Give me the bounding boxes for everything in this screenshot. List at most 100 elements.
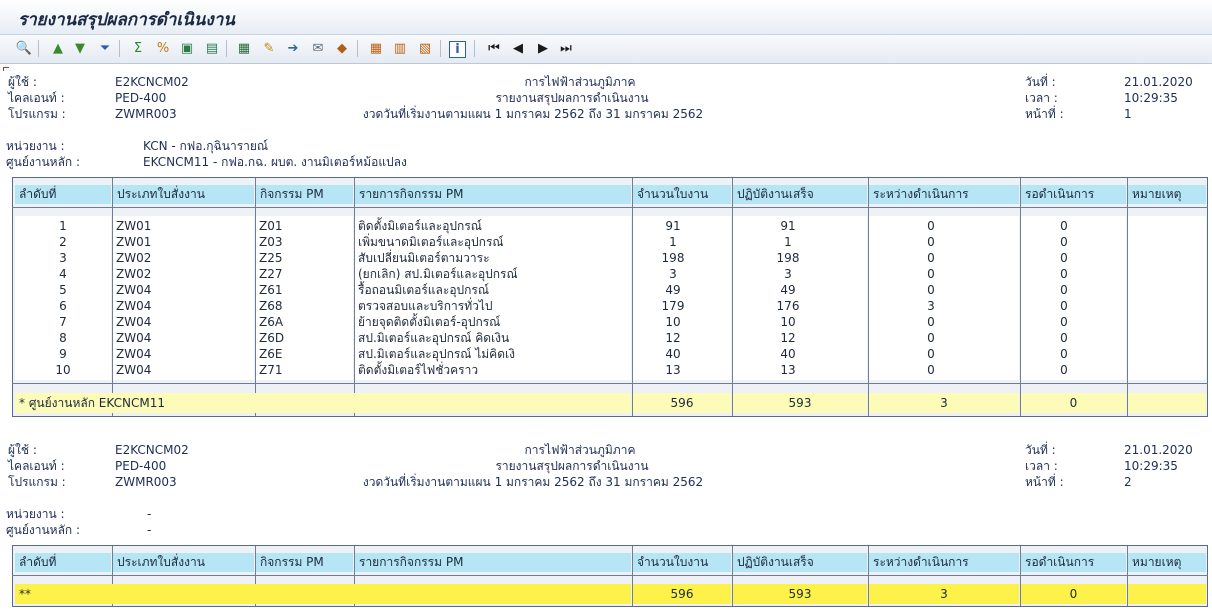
- sum-icon[interactable]: Σ: [128, 39, 148, 58]
- abc-analysis-icon[interactable]: ◆: [332, 39, 352, 58]
- toolbar-separator: [119, 40, 120, 57]
- first-page-icon[interactable]: ⏮: [484, 39, 504, 58]
- cell-count: 91: [665, 219, 681, 233]
- toolbar-separator: [357, 40, 358, 57]
- next-page-icon[interactable]: ▶: [533, 39, 553, 58]
- column-header-inprog[interactable]: ระหว่างดำเนินการ: [869, 185, 1019, 204]
- print-icon[interactable]: ▤: [202, 39, 222, 58]
- cell-inprog: 0: [927, 331, 935, 345]
- column-header-type[interactable]: ประเภทใบสั่งงาน: [113, 553, 254, 572]
- cell-inprog: 0: [927, 251, 935, 265]
- cell-type: ZW04: [116, 347, 152, 361]
- last-page-icon[interactable]: ⏭: [556, 39, 576, 58]
- column-header-desc[interactable]: รายการกิจกรรม PM: [355, 553, 631, 572]
- cell-desc: (ยกเลิก) สป.มิเตอร์และอุปกรณ์: [358, 267, 518, 281]
- mail-recipient-icon[interactable]: ✉: [308, 39, 328, 58]
- cell-no: 4: [59, 267, 67, 281]
- column-header-done[interactable]: ปฏิบัติงานเสร็จ: [733, 185, 867, 204]
- save-layout-icon[interactable]: ▧: [415, 39, 435, 58]
- export-spreadsheet-icon[interactable]: ▦: [234, 39, 254, 58]
- table-row: 5 ZW04 Z61 รื้อถอนมิเตอร์และอุปกรณ์ 49 49 0 0: [15, 282, 1205, 298]
- cell-act: Z68: [259, 299, 283, 313]
- cell-done: 40: [780, 347, 796, 361]
- unit-label: หน่วยงาน :: [6, 139, 65, 153]
- total-cell-count: 596: [633, 393, 731, 413]
- user-label: ผู้ใช้ :: [8, 443, 37, 457]
- cell-no: 10: [55, 363, 71, 377]
- cell-count: 13: [665, 363, 681, 377]
- cell-type: ZW04: [116, 283, 152, 297]
- time-label: เวลา :: [1025, 459, 1058, 473]
- cell-wait: 0: [1060, 299, 1068, 313]
- cell-desc: เพิ่มขนาดมิเตอร์และอุปกรณ์: [358, 235, 504, 249]
- title-bar: รายงานสรุปผลการดำเนินงาน: [0, 0, 1212, 35]
- cell-act: Z01: [259, 219, 283, 233]
- subtotal-icon[interactable]: %: [153, 39, 173, 58]
- local-file-icon[interactable]: ➔: [283, 39, 303, 58]
- sort-descending-icon[interactable]: ▼: [70, 39, 90, 58]
- column-header-done[interactable]: ปฏิบัติงานเสร็จ: [733, 553, 867, 572]
- report-line: รายงานสรุปผลการดำเนินงาน: [495, 459, 649, 473]
- table-row: 9 ZW04 Z6E สป.มิเตอร์และอุปกรณ์ ไม่คิดเงิ 40…: [15, 346, 1205, 362]
- column-header-note[interactable]: หมายเหตุ: [1128, 185, 1206, 204]
- total-cell-wait: 0: [1021, 584, 1126, 604]
- date-value: 21.01.2020: [1124, 75, 1193, 89]
- column-header-count[interactable]: จำนวนใบงาน: [633, 553, 731, 572]
- page-value: 1: [1124, 107, 1132, 121]
- program-label: โปรแกรม :: [8, 107, 66, 121]
- previous-page-icon[interactable]: ◀: [508, 39, 528, 58]
- column-header-count[interactable]: จำนวนใบงาน: [633, 185, 731, 204]
- total-cell-no: * ศูนย์งานหลัก EKCNCM11: [15, 393, 631, 413]
- column-header-no[interactable]: ลำดับที่: [15, 553, 111, 572]
- cell-desc: ตรวจสอบและบริการทั่วไป: [358, 299, 493, 313]
- unit-value: KCN - กฟอ.กุฉินารายณ์: [143, 139, 269, 153]
- column-header-no[interactable]: ลำดับที่: [15, 185, 111, 204]
- column-header-inprog[interactable]: ระหว่างดำเนินการ: [869, 553, 1019, 572]
- time-value: 10:29:35: [1124, 459, 1178, 473]
- cell-count: 49: [665, 283, 681, 297]
- client-label: ไคลเอนท์ :: [8, 459, 65, 473]
- cell-desc: รื้อถอนมิเตอร์และอุปกรณ์: [358, 283, 489, 297]
- cell-no: 2: [59, 235, 67, 249]
- details-icon[interactable]: 🔍: [14, 39, 34, 58]
- cell-wait: 0: [1060, 219, 1068, 233]
- cell-inprog: 0: [927, 267, 935, 281]
- cell-inprog: 0: [927, 315, 935, 329]
- cell-count: 40: [665, 347, 681, 361]
- total-cell-done: 593: [733, 584, 867, 604]
- cell-wait: 0: [1060, 347, 1068, 361]
- column-header-note[interactable]: หมายเหตุ: [1128, 553, 1206, 572]
- cell-done: 176: [776, 299, 800, 313]
- cell-type: ZW04: [116, 363, 152, 377]
- filter-icon[interactable]: ⏷: [95, 39, 115, 58]
- cell-count: 3: [669, 267, 677, 281]
- select-layout-icon[interactable]: ▥: [390, 39, 410, 58]
- info-icon[interactable]: i: [449, 41, 466, 58]
- cell-wait: 0: [1060, 283, 1068, 297]
- cell-type: ZW02: [116, 251, 152, 265]
- program-value: ZWMR003: [115, 107, 177, 121]
- column-header-wait[interactable]: รอดำเนินการ: [1021, 553, 1126, 572]
- column-header-act[interactable]: กิจกรรม PM: [256, 185, 353, 204]
- body-divider: [12, 383, 1208, 384]
- cell-inprog: 0: [927, 347, 935, 361]
- toolbar-separator: [38, 40, 39, 57]
- application-toolbar: 🔍 ▲ ▼ ⏷ Σ% ▣ ▤ ▦ ✎ ➔ ✉ ◆ ▦ ▥ ▧ i ⏮ ◀ ▶ ⏭: [0, 35, 1212, 64]
- sort-ascending-icon[interactable]: ▲: [48, 39, 68, 58]
- column-header-desc[interactable]: รายการกิจกรรม PM: [355, 185, 631, 204]
- cell-no: 9: [59, 347, 67, 361]
- cell-desc: สป.มิเตอร์และอุปกรณ์ คิดเงิน: [358, 331, 510, 345]
- word-processing-icon[interactable]: ✎: [259, 39, 279, 58]
- period-line: งวดวันที่เริ่มงานตามแผน 1 มกราคม 2562 ถึ…: [362, 107, 704, 121]
- print-preview-icon[interactable]: ▣: [177, 39, 197, 58]
- column-header-wait[interactable]: รอดำเนินการ: [1021, 185, 1126, 204]
- change-layout-icon[interactable]: ▦: [366, 39, 386, 58]
- cell-no: 6: [59, 299, 67, 313]
- column-header-type[interactable]: ประเภทใบสั่งงาน: [113, 185, 254, 204]
- page-label: หน้าที่ :: [1025, 107, 1064, 121]
- total-cell-wait: 0: [1021, 393, 1126, 413]
- cell-done: 1: [784, 235, 792, 249]
- cell-act: Z61: [259, 283, 283, 297]
- cursor-marker: [3, 67, 9, 71]
- column-header-act[interactable]: กิจกรรม PM: [256, 553, 353, 572]
